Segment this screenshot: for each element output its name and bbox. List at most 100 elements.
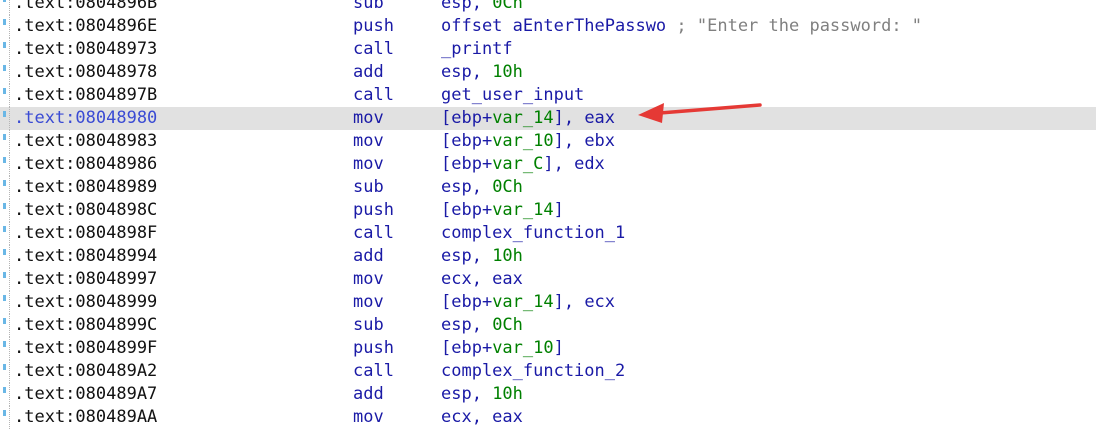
mnemonic[interactable]: mov xyxy=(353,130,384,153)
address[interactable]: .text:08048994 xyxy=(14,245,157,268)
mnemonic[interactable]: call xyxy=(353,38,394,61)
operands[interactable]: esp, 0Ch xyxy=(441,176,523,199)
function-name[interactable]: complex_function_1 xyxy=(441,223,625,243)
operands[interactable]: [ebp+var_10] xyxy=(441,337,564,360)
operand-text: [ebp+ xyxy=(441,200,493,220)
operand-text: 10h xyxy=(492,246,523,266)
listing-row[interactable]: .text:08048999 mov [ebp+var_14], ecx xyxy=(0,291,1096,314)
mnemonic[interactable]: push xyxy=(353,337,394,360)
operands[interactable]: esp, 10h xyxy=(441,61,523,84)
operand-text: offset aEnterThePasswo xyxy=(441,16,677,36)
listing-row[interactable]: .text:0804896E push offset aEnterThePasswo… xyxy=(0,15,1096,38)
stack-variable[interactable]: var_14 xyxy=(492,292,553,312)
address[interactable]: .text:08048989 xyxy=(14,176,157,199)
gutter-marker-icon xyxy=(0,0,10,15)
listing-row[interactable]: .text:0804899C sub esp, 0Ch xyxy=(0,314,1096,337)
address[interactable]: .text:080489AA xyxy=(14,406,157,429)
operands[interactable]: [ebp+var_14], ecx xyxy=(441,291,615,314)
mnemonic[interactable]: sub xyxy=(353,176,384,199)
listing-row[interactable]: .text:080489AA mov ecx, eax xyxy=(0,406,1096,429)
stack-variable[interactable]: var_C xyxy=(492,154,543,174)
listing-row[interactable]: .text:0804896B sub esp, 0Ch xyxy=(0,0,1096,15)
mnemonic[interactable]: sub xyxy=(353,314,384,337)
listing-row[interactable]: .text:0804897B call get_user_input xyxy=(0,84,1096,107)
function-name[interactable]: complex_function_2 xyxy=(441,361,625,381)
operands[interactable]: [ebp+var_14], eax xyxy=(441,107,615,130)
address[interactable]: .text:0804898F xyxy=(14,222,157,245)
operands[interactable]: complex_function_2 xyxy=(441,360,625,383)
listing-row[interactable]: .text:08048994 add esp, 10h xyxy=(0,245,1096,268)
operands[interactable]: esp, 0Ch xyxy=(441,314,523,337)
address[interactable]: .text:08048997 xyxy=(14,268,157,291)
operand-text: esp, xyxy=(441,0,493,13)
address[interactable]: .text:08048978 xyxy=(14,61,157,84)
mnemonic[interactable]: call xyxy=(353,84,394,107)
operands[interactable]: ecx, eax xyxy=(441,268,523,291)
disassembly-listing[interactable]: .text:0804896B sub esp, 0Ch .text:0804896E p… xyxy=(0,0,1096,429)
mnemonic[interactable]: add xyxy=(353,383,384,406)
listing-row[interactable]: .text:08048997 mov ecx, eax xyxy=(0,268,1096,291)
mnemonic[interactable]: add xyxy=(353,245,384,268)
mnemonic[interactable]: mov xyxy=(353,153,384,176)
address[interactable]: .text:08048983 xyxy=(14,130,157,153)
mnemonic[interactable]: sub xyxy=(353,0,384,15)
operand-text: 0Ch xyxy=(492,0,523,13)
listing-row[interactable]: .text:08048986 mov [ebp+var_C], edx xyxy=(0,153,1096,176)
address[interactable]: .text:0804897B xyxy=(14,84,157,107)
stack-variable[interactable]: var_10 xyxy=(492,338,553,358)
stack-variable[interactable]: var_14 xyxy=(492,108,553,128)
address[interactable]: .text:08048999 xyxy=(14,291,157,314)
operands[interactable]: [ebp+var_C], edx xyxy=(441,153,605,176)
address[interactable]: .text:08048986 xyxy=(14,153,157,176)
gutter-marker-icon xyxy=(0,176,10,199)
stack-variable[interactable]: var_10 xyxy=(492,131,553,151)
mnemonic[interactable]: mov xyxy=(353,107,384,130)
operands[interactable]: esp, 10h xyxy=(441,383,523,406)
listing-row[interactable]: .text:08048989 sub esp, 0Ch xyxy=(0,176,1096,199)
mnemonic[interactable]: push xyxy=(353,199,394,222)
function-name[interactable]: _printf xyxy=(441,39,513,59)
address[interactable]: .text:0804896E xyxy=(14,15,157,38)
listing-row[interactable]: .text:0804898C push [ebp+var_14] xyxy=(0,199,1096,222)
operands[interactable]: get_user_input xyxy=(441,84,584,107)
mnemonic[interactable]: add xyxy=(353,61,384,84)
listing-row[interactable]: .text:080489A2 call complex_function_2 xyxy=(0,360,1096,383)
listing-row[interactable]: .text:08048973 call _printf xyxy=(0,38,1096,61)
listing-row[interactable]: .text:0804898F call complex_function_1 xyxy=(0,222,1096,245)
address[interactable]: .text:080489A7 xyxy=(14,383,157,406)
listing-row-selected[interactable]: .text:08048980 mov [ebp+var_14], eax xyxy=(0,107,1096,130)
operands[interactable]: _printf xyxy=(441,38,513,61)
operand-text: [ebp+ xyxy=(441,338,493,358)
gutter-marker-icon xyxy=(0,383,10,406)
listing-row[interactable]: .text:08048978 add esp, 10h xyxy=(0,61,1096,84)
address[interactable]: .text:08048980 xyxy=(14,107,157,130)
listing-row[interactable]: .text:080489A7 add esp, 10h xyxy=(0,383,1096,406)
operands[interactable]: esp, 0Ch xyxy=(441,0,523,15)
operands[interactable]: [ebp+var_14] xyxy=(441,199,564,222)
mnemonic[interactable]: call xyxy=(353,360,394,383)
address[interactable]: .text:08048973 xyxy=(14,38,157,61)
operands[interactable]: ecx, eax xyxy=(441,406,523,429)
operand-text: esp, xyxy=(441,62,493,82)
listing-row[interactable]: .text:0804899F push [ebp+var_10] xyxy=(0,337,1096,360)
mnemonic[interactable]: push xyxy=(353,15,394,38)
address[interactable]: .text:0804899C xyxy=(14,314,157,337)
operands[interactable]: complex_function_1 xyxy=(441,222,625,245)
mnemonic[interactable]: mov xyxy=(353,406,384,429)
listing-row[interactable]: .text:08048983 mov [ebp+var_10], ebx xyxy=(0,130,1096,153)
operand-text: ], ebx xyxy=(553,131,616,151)
operands[interactable]: esp, 10h xyxy=(441,245,523,268)
mnemonic[interactable]: mov xyxy=(353,268,384,291)
gutter-marker-icon xyxy=(0,314,10,337)
address[interactable]: .text:080489A2 xyxy=(14,360,157,383)
mnemonic[interactable]: call xyxy=(353,222,394,245)
operands[interactable]: [ebp+var_10], ebx xyxy=(441,130,615,153)
address[interactable]: .text:0804898C xyxy=(14,199,157,222)
mnemonic[interactable]: mov xyxy=(353,291,384,314)
address[interactable]: .text:0804896B xyxy=(14,0,157,15)
operands[interactable]: offset aEnterThePasswo ; "Enter the pass… xyxy=(441,15,922,38)
address[interactable]: .text:0804899F xyxy=(14,337,157,360)
function-name[interactable]: get_user_input xyxy=(441,85,584,105)
stack-variable[interactable]: var_14 xyxy=(492,200,553,220)
gutter-marker-icon xyxy=(0,199,10,222)
